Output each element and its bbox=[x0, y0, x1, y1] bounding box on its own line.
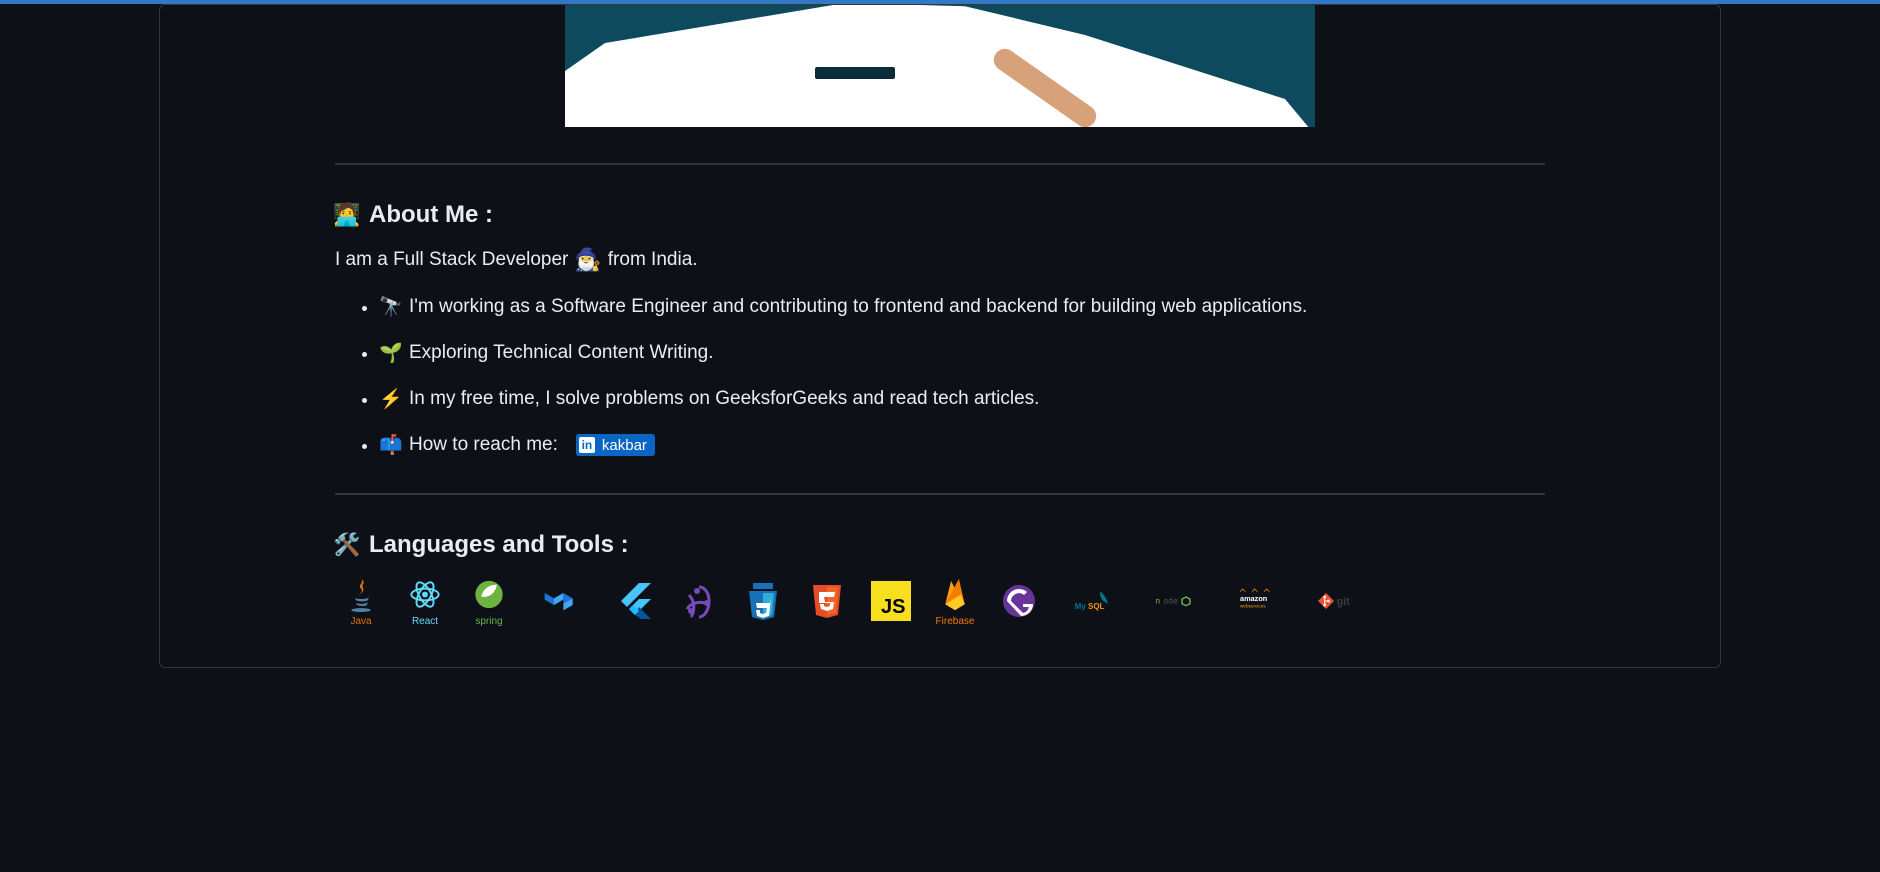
firebase-icon: Firebase bbox=[929, 575, 981, 627]
tool-label: spring bbox=[475, 616, 502, 627]
svg-text:My: My bbox=[1075, 602, 1087, 611]
svg-text:ode: ode bbox=[1163, 597, 1178, 606]
tools-heading: 🛠️ Languages and Tools : bbox=[335, 531, 1545, 559]
linkedin-badge[interactable]: in kakbar bbox=[576, 434, 655, 456]
list-item-text: How to reach me: bbox=[409, 434, 558, 456]
divider bbox=[335, 163, 1545, 165]
aws-icon: amazonwebservices bbox=[1221, 575, 1291, 627]
tool-label: Firebase bbox=[936, 616, 975, 627]
svg-text:n: n bbox=[1155, 597, 1160, 606]
tool-label: React bbox=[412, 616, 438, 627]
react-icon: React bbox=[399, 575, 451, 627]
about-heading: 🧑‍💻 About Me : bbox=[335, 201, 1545, 229]
list-item: 🔭 I'm working as a Software Engineer and… bbox=[379, 295, 1545, 319]
about-intro-prefix: I am a Full Stack Developer bbox=[335, 249, 568, 271]
redux-icon bbox=[673, 575, 725, 627]
svg-text:SQL: SQL bbox=[1088, 602, 1105, 611]
seedling-icon: 🌱 bbox=[379, 341, 397, 365]
svg-text:git: git bbox=[1337, 596, 1350, 608]
list-item: ⚡ In my free time, I solve problems on G… bbox=[379, 387, 1545, 411]
list-item-text: I'm working as a Software Engineer and c… bbox=[409, 296, 1307, 318]
divider bbox=[335, 493, 1545, 495]
list-item-text: In my free time, I solve problems on Gee… bbox=[409, 388, 1039, 410]
list-item-text: Exploring Technical Content Writing. bbox=[409, 342, 714, 364]
linkedin-badge-text: kakbar bbox=[598, 435, 655, 456]
tools-heading-text: Languages and Tools : bbox=[369, 531, 629, 559]
about-intro-suffix: from India. bbox=[608, 249, 698, 271]
gatsby-icon bbox=[993, 575, 1045, 627]
about-heading-text: About Me : bbox=[369, 201, 493, 229]
git-icon: git bbox=[1303, 575, 1373, 627]
flag-icon: 🧙‍♂️ bbox=[574, 247, 601, 273]
mysql-icon: MySQL bbox=[1057, 575, 1127, 627]
linkedin-icon: in bbox=[576, 434, 598, 456]
spring-icon: spring bbox=[463, 575, 515, 627]
css3-icon bbox=[737, 575, 789, 627]
hero-banner bbox=[335, 5, 1545, 127]
about-intro: I am a Full Stack Developer 🧙‍♂️ from In… bbox=[335, 247, 1545, 273]
flutter-icon bbox=[609, 575, 661, 627]
list-item: 🌱 Exploring Technical Content Writing. bbox=[379, 341, 1545, 365]
svg-text:JS: JS bbox=[881, 596, 905, 618]
nodejs-icon: node bbox=[1139, 575, 1209, 627]
html5-icon bbox=[801, 575, 853, 627]
javascript-icon: JS bbox=[865, 575, 917, 627]
technologist-icon: 🧑‍💻 bbox=[335, 203, 359, 227]
java-icon: Java bbox=[335, 575, 387, 627]
mailbox-icon: 📫 bbox=[379, 433, 397, 457]
telescope-icon: 🔭 bbox=[379, 295, 397, 319]
materialui-icon bbox=[527, 575, 597, 627]
svg-text:webservices: webservices bbox=[1240, 604, 1266, 609]
tool-label: Java bbox=[350, 616, 371, 627]
svg-text:amazon: amazon bbox=[1240, 594, 1268, 603]
zap-icon: ⚡ bbox=[379, 387, 397, 411]
tools-row: Java React spring bbox=[335, 575, 1545, 627]
list-item: 📫 How to reach me: in kakbar bbox=[379, 433, 1545, 457]
about-list: 🔭 I'm working as a Software Engineer and… bbox=[335, 295, 1545, 457]
hammer-wrench-icon: 🛠️ bbox=[335, 533, 359, 557]
